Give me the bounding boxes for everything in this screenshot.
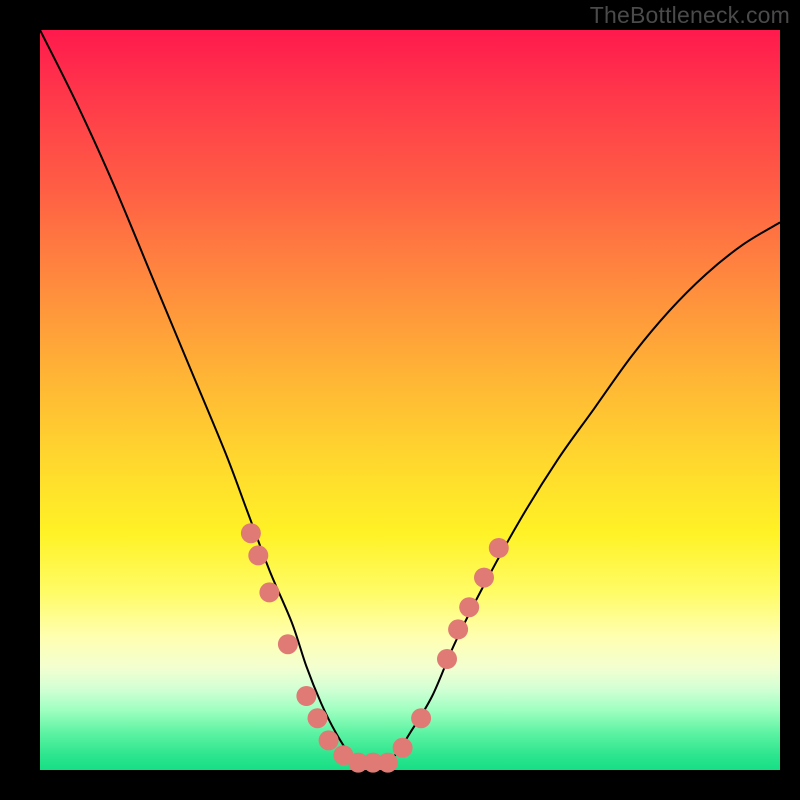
curve-marker — [278, 634, 298, 654]
curve-marker — [319, 730, 339, 750]
curve-marker — [308, 708, 328, 728]
curve-svg — [40, 30, 780, 770]
curve-marker — [393, 738, 413, 758]
bottleneck-curve — [40, 30, 780, 764]
curve-marker — [474, 568, 494, 588]
curve-marker — [259, 582, 279, 602]
curve-marker — [378, 753, 398, 773]
marker-group — [241, 523, 509, 772]
curve-marker — [248, 545, 268, 565]
curve-marker — [296, 686, 316, 706]
plot-area — [40, 30, 780, 770]
curve-marker — [448, 619, 468, 639]
curve-marker — [241, 523, 261, 543]
curve-marker — [459, 597, 479, 617]
curve-marker — [411, 708, 431, 728]
chart-frame: TheBottleneck.com — [0, 0, 800, 800]
curve-marker — [437, 649, 457, 669]
watermark-text: TheBottleneck.com — [590, 2, 790, 29]
curve-marker — [489, 538, 509, 558]
